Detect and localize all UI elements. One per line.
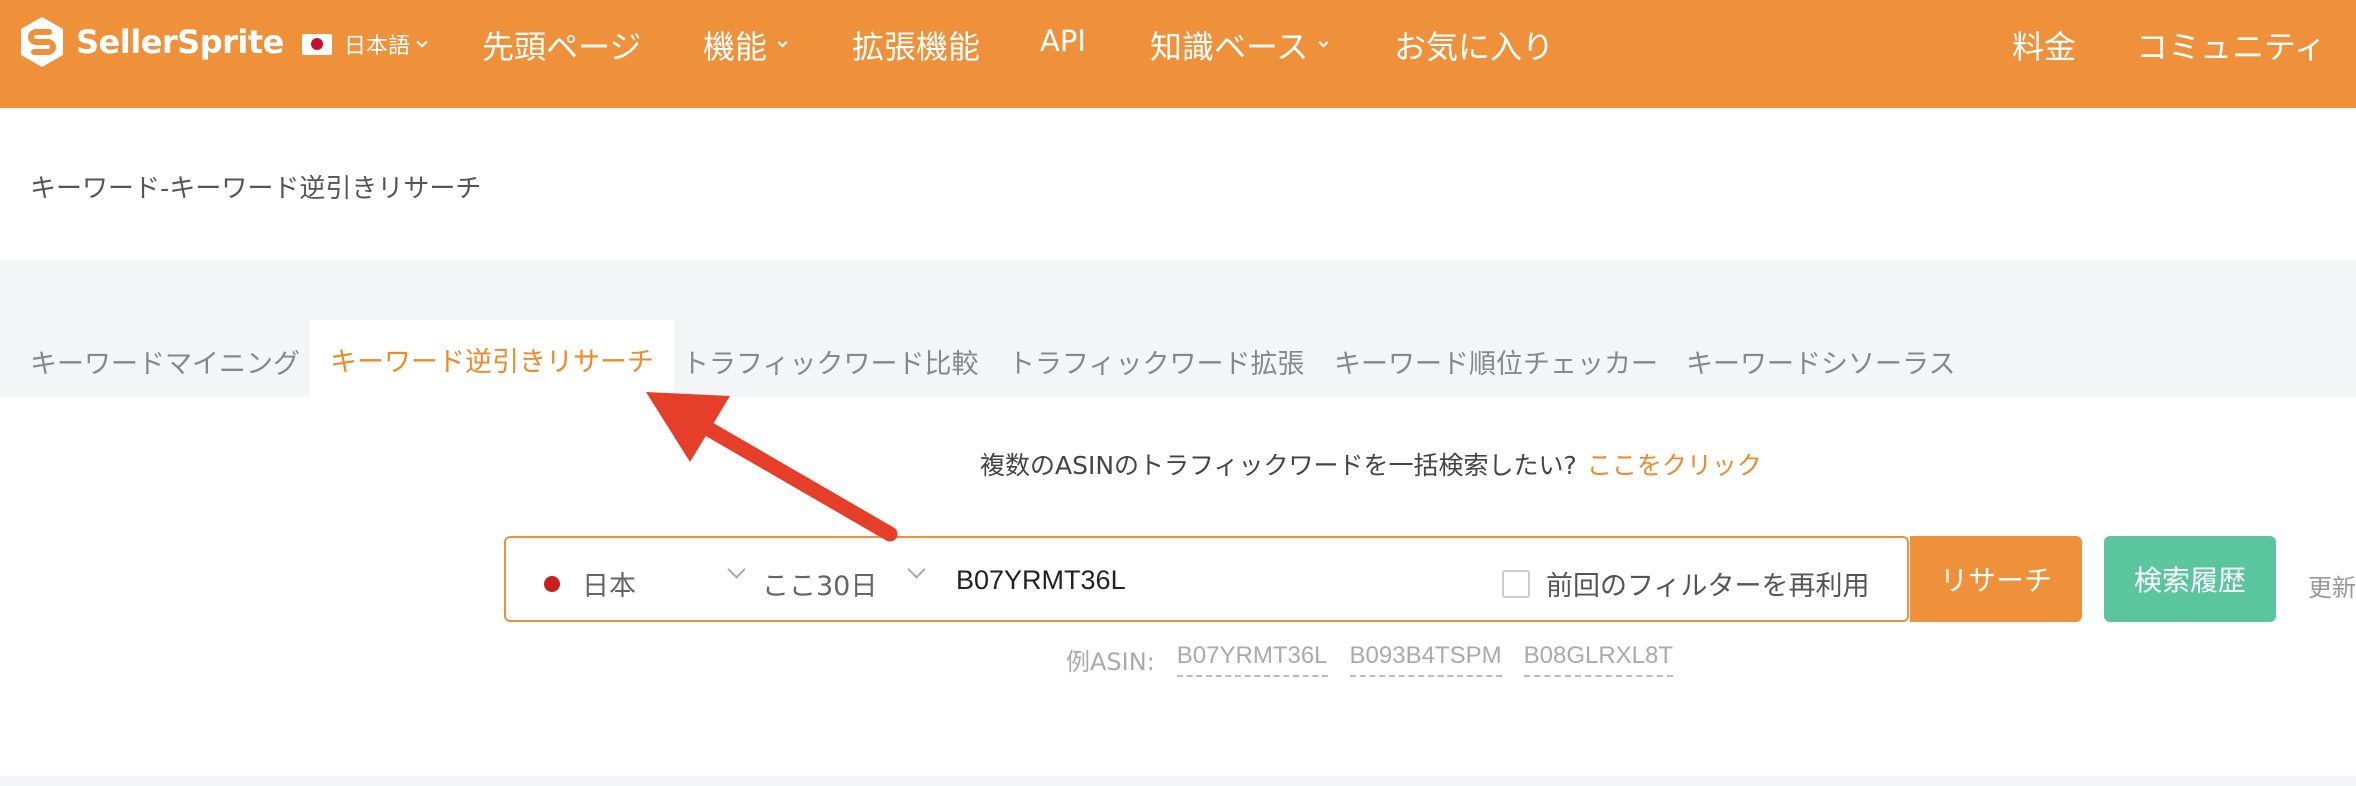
tab-reverse-asin[interactable]: キーワード逆引きリサーチ [310, 320, 674, 397]
search-button[interactable]: リサーチ [1910, 536, 2082, 622]
search-bar: 日本 ここ30日 前回のフィルターを再利用 [504, 536, 1909, 622]
bulk-search-text: 複数のASINのトラフィックワードを一括検索したい? [980, 451, 1577, 480]
marketplace-value: 日本 [582, 571, 636, 602]
period-select[interactable]: ここ30日 [762, 564, 877, 603]
tab-rank-checker[interactable]: キーワード順位チェッカー [1334, 322, 1658, 397]
nav-community-label: コミュニティ [2136, 28, 2327, 66]
marketplace-dot-icon [544, 575, 560, 592]
chevron-down-icon[interactable] [907, 560, 926, 579]
nav-community[interactable]: コミュニティ [2136, 22, 2326, 68]
marketplace-select[interactable]: 日本 [544, 564, 636, 603]
nav-home[interactable]: 先頭ページ [482, 22, 641, 68]
period-value: ここ30日 [762, 571, 878, 602]
nav-features[interactable]: 機能 [703, 22, 788, 68]
tab-traffic-compare[interactable]: トラフィックワード比較 [682, 322, 978, 397]
page-title: キーワード-キーワード逆引きリサーチ [30, 174, 482, 204]
nav-features-label: 機能 [703, 28, 768, 66]
asin-input[interactable] [956, 558, 1476, 602]
example-asin-link[interactable]: B08GLRXL8T [1523, 642, 1674, 677]
tab-traffic-extend[interactable]: トラフィックワード拡張 [1008, 322, 1304, 397]
brand-name: SellerSprite [76, 23, 284, 61]
reuse-filter-option[interactable]: 前回のフィルターを再利用 [1502, 564, 1869, 603]
japan-flag-icon [302, 33, 332, 55]
nav-api-label: API [1040, 24, 1086, 58]
tab-keyword-mining[interactable]: キーワードマイニング [30, 322, 300, 397]
chevron-down-icon [777, 37, 788, 48]
nav-home-label: 先頭ページ [482, 28, 642, 66]
example-asins: 例ASIN: B07YRMT36L B093B4TSPM B08GLRXL8T [1066, 642, 1695, 677]
reuse-filter-checkbox[interactable] [1502, 569, 1530, 598]
nav-favorites-label: お気に入り [1394, 28, 1555, 66]
bulk-search-notice: 複数のASINのトラフィックワードを一括検索したい? ここをクリック [980, 446, 1762, 482]
nav-pricing[interactable]: 料金 [2012, 22, 2076, 68]
top-navigation-bar: SellerSprite 日本語 先頭ページ 機能 拡張機能 API 知識ベース… [0, 0, 2356, 108]
nav-pricing-label: 料金 [2012, 28, 2077, 66]
nav-extensions-label: 拡張機能 [852, 28, 981, 66]
logo-icon [21, 17, 63, 67]
language-label: 日本語 [344, 34, 411, 59]
sellersprite-logo[interactable]: SellerSprite [18, 14, 284, 70]
chevron-down-icon [416, 35, 428, 48]
tab-thesaurus[interactable]: キーワードシソーラス [1686, 322, 1955, 397]
example-label: 例ASIN: [1066, 648, 1155, 676]
bulk-search-link[interactable]: ここをクリック [1587, 451, 1762, 480]
reuse-filter-label: 前回のフィルターを再利用 [1546, 571, 1870, 602]
bottom-divider [0, 776, 2356, 786]
nav-extensions[interactable]: 拡張機能 [852, 22, 980, 68]
nav-api[interactable]: API [1040, 24, 1086, 58]
nav-favorites[interactable]: お気に入り [1394, 22, 1554, 68]
language-selector[interactable]: 日本語 [302, 28, 428, 60]
example-asin-link[interactable]: B07YRMT36L [1176, 642, 1328, 677]
nav-knowledge-base-label: 知識ベース [1150, 28, 1309, 66]
chevron-down-icon [1318, 37, 1329, 48]
update-link[interactable]: 更新 [2308, 568, 2356, 603]
nav-knowledge-base[interactable]: 知識ベース [1150, 22, 1329, 68]
chevron-down-icon[interactable] [727, 560, 746, 579]
example-asin-link[interactable]: B093B4TSPM [1349, 642, 1502, 677]
search-history-button[interactable]: 検索履歴 [2104, 536, 2276, 622]
